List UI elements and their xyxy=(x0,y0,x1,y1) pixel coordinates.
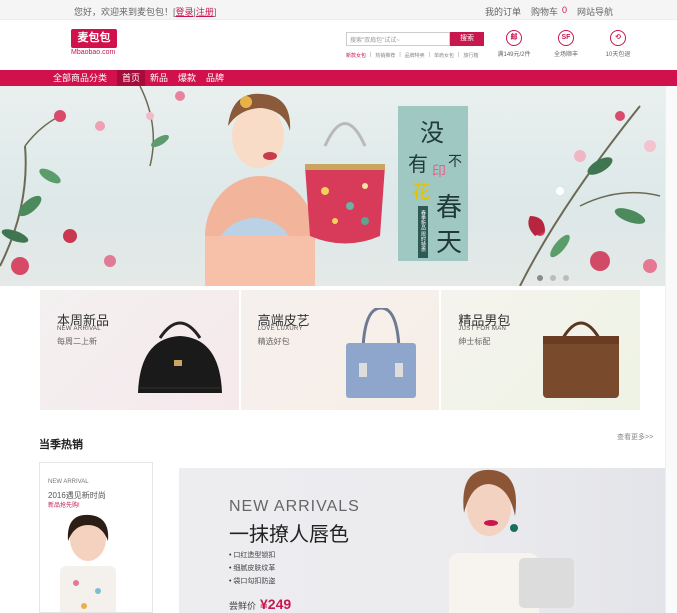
cart-count: 0 xyxy=(561,5,567,15)
logo[interactable]: 麦包包 Mbaobao.com xyxy=(71,29,123,65)
hero-illustration: 没 有 印 花 不 春 天 春季新品 限时特惠 xyxy=(0,86,661,286)
register-link[interactable]: 注册 xyxy=(196,7,214,17)
logo-sub: Mbaobao.com xyxy=(71,49,116,56)
floral-decoration-right xyxy=(519,105,661,286)
return-icon: ⟲ xyxy=(610,30,626,46)
feature-list: 口红造型锁扣 细腻皮肤纹革 袋口勾扣防盗 xyxy=(229,550,275,589)
welcome-text: 您好，欢迎来到麦包包！[登录|注册] xyxy=(74,7,217,17)
my-orders-link[interactable]: 我的订单 xyxy=(485,5,521,18)
feature-item: 口红造型锁扣 xyxy=(229,550,275,560)
nav-item-hot[interactable]: 爆款 xyxy=(173,70,201,86)
headline-char: 有 xyxy=(408,152,428,176)
promo-card-luxury[interactable]: 高端皮艺 LOVE LUXURY 精选好包 xyxy=(240,290,440,410)
nav-item-home[interactable]: 首页 xyxy=(117,70,146,86)
carousel-dots xyxy=(537,275,569,281)
hot-words: 新款女包 | 热销推荐 | 品牌特卖 | 单肩女包 | 旅行箱 xyxy=(346,52,479,59)
login-link[interactable]: 登录 xyxy=(176,7,194,17)
headline-char: 没 xyxy=(420,119,444,147)
carousel-dot[interactable] xyxy=(550,275,556,281)
model-photo xyxy=(60,514,116,612)
free-shipping-badge: 邮 满149元/2件 xyxy=(497,30,531,58)
headline-char: 花 xyxy=(412,182,430,203)
headline-char: 天 xyxy=(436,228,462,258)
nav-items: 首页 新品 爆款 品牌 xyxy=(117,70,229,86)
red-handbag xyxy=(305,122,385,244)
promo-cards: 本周新品 NEW ARRIVAL 每周二上新 高端皮艺 LOVE LUXURY … xyxy=(40,290,641,410)
hero-banner[interactable]: 没 有 印 花 不 春 天 春季新品 限时特惠 xyxy=(0,86,665,286)
price-tag: 尝鲜价 ¥249 xyxy=(229,596,292,612)
carousel-dot[interactable] xyxy=(537,275,543,281)
all-categories-button[interactable]: 全部商品分类 xyxy=(50,70,114,86)
main-nav: 全部商品分类 首页 新品 爆款 品牌 xyxy=(0,70,677,86)
logo-mark: 麦包包 xyxy=(71,29,117,48)
sf-express-badge: SF 全场顺丰 xyxy=(549,30,583,58)
left-feature-card[interactable]: NEW ARRIVAL 2016遇见新时尚 新品抢先购! xyxy=(39,462,153,613)
service-badges: 邮 满149元/2件 SF 全场顺丰 ⟲ 10天包退 xyxy=(497,30,635,58)
top-links: 我的订单 购物车 0 网站导航 xyxy=(485,5,613,18)
featured-banner[interactable]: NEW ARRIVALS 一抹撩人唇色 口红造型锁扣 细腻皮肤纹革 袋口勾扣防盗… xyxy=(179,468,665,613)
hotword-item[interactable]: 新款女包 xyxy=(346,52,366,59)
hotword-item[interactable]: 单肩女包 xyxy=(434,52,454,59)
vertical-tag: 春季新品 限时特惠 xyxy=(420,209,426,252)
brown-bag-image xyxy=(543,321,620,398)
carousel-dot[interactable] xyxy=(563,275,569,281)
promo-card-new[interactable]: 本周新品 NEW ARRIVAL 每周二上新 xyxy=(40,290,239,410)
black-bag-image xyxy=(138,321,222,393)
feature-item: 袋口勾扣防盗 xyxy=(229,576,275,586)
search-button[interactable]: 搜索 xyxy=(450,32,484,46)
mail-icon: 邮 xyxy=(506,30,522,46)
headline-char: 春 xyxy=(436,193,462,223)
hotword-item[interactable]: 旅行箱 xyxy=(463,52,478,59)
hotword-item[interactable]: 品牌特卖 xyxy=(405,52,425,59)
return-policy-badge: ⟲ 10天包退 xyxy=(601,30,635,58)
floral-decoration-left xyxy=(0,86,185,275)
top-bar: 您好，欢迎来到麦包包！[登录|注册] 我的订单 购物车 0 网站导航 xyxy=(0,0,677,20)
hotword-item[interactable]: 热销推荐 xyxy=(375,52,395,59)
section-title-hot: 当季热销 xyxy=(39,439,83,451)
blue-bag-image xyxy=(345,308,416,398)
nav-item-new[interactable]: 新品 xyxy=(145,70,173,86)
feature-item: 细腻皮肤纹革 xyxy=(229,563,275,573)
headline-char: 印 xyxy=(432,164,446,180)
cart-link[interactable]: 购物车 xyxy=(531,5,558,18)
promo-card-men[interactable]: 精品男包 JUST FOR MAN 绅士标配 xyxy=(441,290,641,410)
nav-item-brand[interactable]: 品牌 xyxy=(201,70,229,86)
site-nav-link[interactable]: 网站导航 xyxy=(577,5,613,18)
more-link[interactable]: 查看更多>> xyxy=(617,432,653,442)
headline-char: 不 xyxy=(448,154,462,170)
scrollbar[interactable] xyxy=(665,86,677,613)
search-input[interactable]: 搜索"双肩包"试试~ xyxy=(346,32,450,46)
model-figure xyxy=(205,93,315,286)
sf-icon: SF xyxy=(558,30,574,46)
model-with-bag xyxy=(449,469,574,613)
promo-text-panel: 没 有 印 花 不 春 天 春季新品 限时特惠 xyxy=(398,106,468,261)
